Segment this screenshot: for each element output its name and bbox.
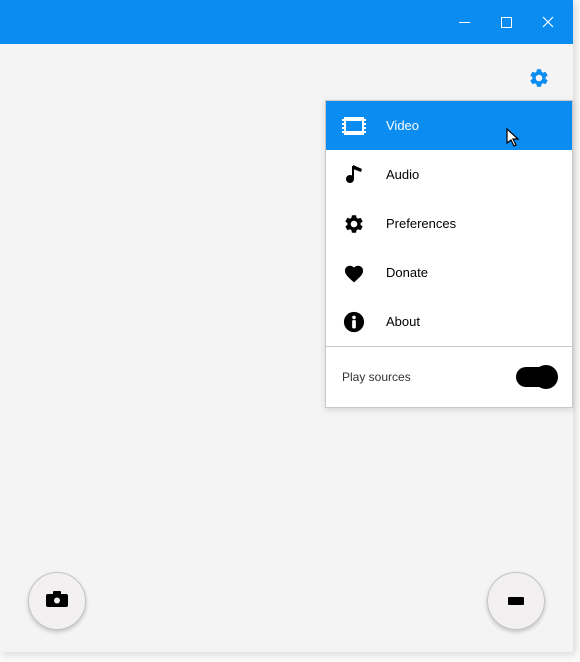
settings-dropdown: Video Audio Preferences: [325, 100, 573, 408]
menu-label: About: [386, 314, 556, 329]
gear-icon: [342, 212, 366, 236]
maximize-button[interactable]: [485, 0, 527, 44]
toggle-label: Play sources: [342, 370, 411, 384]
camera-icon: [46, 591, 68, 612]
menu-label: Donate: [386, 265, 556, 280]
minus-icon: [508, 592, 524, 610]
music-note-icon: [342, 163, 366, 187]
menu-label: Video: [386, 118, 556, 133]
camera-button[interactable]: [28, 572, 86, 630]
settings-button[interactable]: [525, 66, 553, 94]
gear-icon: [528, 67, 550, 94]
film-icon: [342, 114, 366, 138]
menu-item-about[interactable]: About: [326, 297, 572, 346]
menu-item-preferences[interactable]: Preferences: [326, 199, 572, 248]
stop-button[interactable]: [487, 572, 545, 630]
titlebar: [0, 0, 573, 44]
play-sources-toggle[interactable]: [516, 367, 556, 387]
info-icon: [342, 310, 366, 334]
menu-label: Preferences: [386, 216, 556, 231]
close-button[interactable]: [527, 0, 569, 44]
menu-label: Audio: [386, 167, 556, 182]
menu-item-video[interactable]: Video: [326, 101, 572, 150]
menu-item-donate[interactable]: Donate: [326, 248, 572, 297]
play-sources-row: Play sources: [326, 347, 572, 407]
app-window: Video Audio Preferences: [0, 0, 573, 652]
menu-item-audio[interactable]: Audio: [326, 150, 572, 199]
heart-icon: [342, 261, 366, 285]
content-area: Video Audio Preferences: [0, 44, 573, 652]
minimize-button[interactable]: [443, 0, 485, 44]
